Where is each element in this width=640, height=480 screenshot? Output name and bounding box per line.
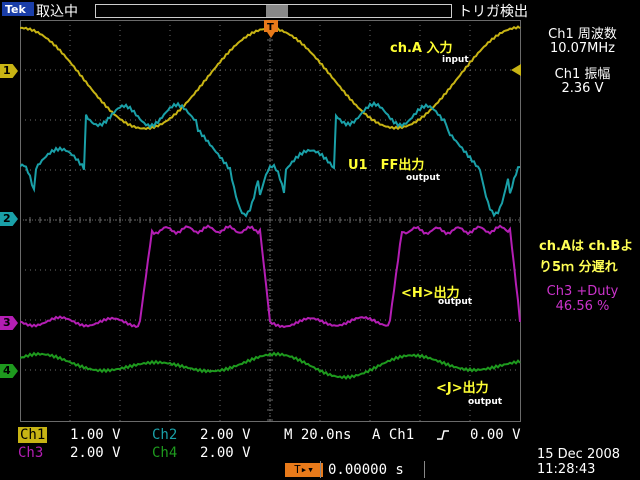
trigger-level-marker[interactable] <box>509 64 521 76</box>
ch3-scale[interactable]: 2.00 V <box>70 445 121 461</box>
settings-bar: Ch1 1.00 V Ch2 2.00 V M 20.0ns A Ch1 0.0… <box>0 425 525 480</box>
ch1-tag[interactable]: Ch1 <box>18 427 48 443</box>
ch1-amplitude-label: Ch1 振幅 <box>554 67 611 82</box>
ch4-tag[interactable]: Ch4 <box>152 445 177 461</box>
trigger-position-value[interactable]: 0.00000 s <box>328 462 404 478</box>
tek-logo: Tek <box>2 2 34 16</box>
ch2-tag[interactable]: Ch2 <box>152 427 177 443</box>
acquisition-state: 取込中 <box>36 4 78 20</box>
ch-a-label: ch.A 入力 <box>390 41 453 56</box>
rising-edge-icon <box>437 430 449 440</box>
ch1-frequency-value: 10.07MHz <box>549 41 616 56</box>
timeline-view-window <box>266 5 288 17</box>
ch4-scale[interactable]: 2.00 V <box>200 445 251 461</box>
ch1-amplitude-value: 2.36 V <box>561 81 604 96</box>
j-sub: output <box>468 397 503 407</box>
waveform-display[interactable]: T ch.A 入力 input U1 FF出力 output <H>出力 out… <box>20 20 521 422</box>
u1-label: U1 FF出力 <box>348 158 425 173</box>
j-label: <J>出力 <box>436 381 489 396</box>
u1-sub: output <box>406 173 441 183</box>
trigger-level[interactable]: 0.00 V <box>470 427 521 443</box>
scope-graticule <box>20 20 521 422</box>
ch3-tag[interactable]: Ch3 <box>18 445 43 461</box>
ch3-marker[interactable]: 3 <box>0 316 18 330</box>
trigger-position-icon: T▸▾ <box>285 463 323 477</box>
trigger-position-marker[interactable]: T <box>264 20 278 40</box>
ch3-duty-label: Ch3 +Duty <box>546 284 619 299</box>
time-readout: 11:28:43 <box>537 462 596 477</box>
ch-a-sub: input <box>442 55 469 65</box>
graticule-grid <box>20 20 521 422</box>
ch2-scale[interactable]: 2.00 V <box>200 427 251 443</box>
ch2-marker[interactable]: 2 <box>0 212 18 226</box>
timebase[interactable]: M 20.0ns <box>284 427 351 443</box>
trigger-source[interactable]: A Ch1 <box>372 427 414 443</box>
logo-text: Tek <box>5 3 27 16</box>
record-timeline[interactable] <box>95 4 452 18</box>
ch4-marker[interactable]: 4 <box>0 364 18 378</box>
status-bar: Tek 取込中 トリガ検出 <box>0 0 640 20</box>
ch3-duty-value: 46.56 % <box>555 299 610 314</box>
delay-note-line1: ch.Aは ch.Bよ <box>539 239 634 254</box>
ch1-scale[interactable]: 1.00 V <box>70 427 121 443</box>
date-readout: 15 Dec 2008 <box>537 447 621 462</box>
delay-note-line2: り5ｍ 分遅れ <box>539 260 618 275</box>
ch1-marker[interactable]: 1 <box>0 64 18 78</box>
measurement-panel: Ch1 周波数 10.07MHz Ch1 振幅 2.36 V ch.Aは ch.… <box>525 20 640 480</box>
svg-text:T: T <box>267 22 274 33</box>
ch1-frequency-label: Ch1 周波数 <box>548 27 617 42</box>
h-sub: output <box>438 297 473 307</box>
trigger-status: トリガ検出 <box>458 4 528 20</box>
